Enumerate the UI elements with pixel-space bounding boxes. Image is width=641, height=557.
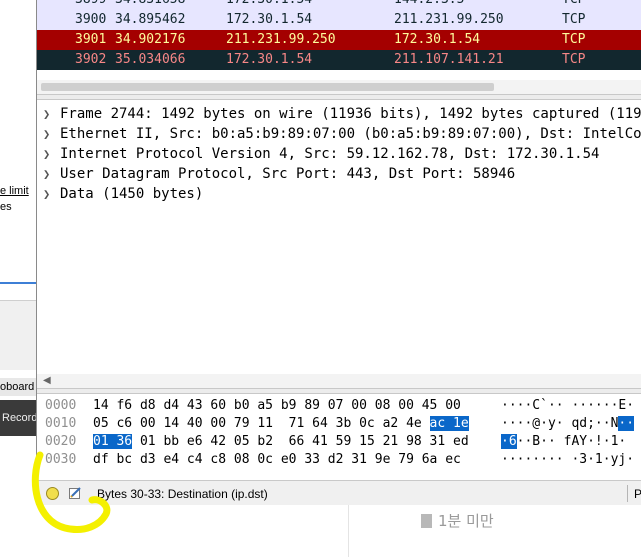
status-divider	[627, 485, 628, 502]
bytes-hex: 14 f6 d8 d4 43 60 b0 a5 b9 89 07 00 08 0…	[93, 398, 461, 413]
packet-row[interactable]: 3901 34.902176 211.231.99.250 172.30.1.5…	[37, 30, 641, 50]
details-scrollbar[interactable]: ◀	[37, 374, 641, 388]
bytes-highlight: ··	[618, 416, 635, 431]
status-field-text: Bytes 30-33: Destination (ip.dst)	[97, 487, 268, 501]
packet-no: 3901	[75, 32, 107, 47]
bytes-hex: df bc d3 e4 c4 c8 08 0c e0 33 d2 31 9e 7…	[93, 452, 461, 467]
background-text-limit: e limit	[0, 185, 29, 197]
background-text-clipboard: oboard	[0, 378, 36, 396]
bytes-ascii: ·6··B·· fAY·!·1·	[501, 434, 627, 449]
detail-label: Data (1450 bytes)	[60, 186, 204, 202]
packet-proto: TCP	[562, 32, 586, 47]
scroll-left-icon[interactable]: ◀	[43, 374, 51, 388]
packet-proto: TCP	[562, 12, 586, 27]
detail-label: Internet Protocol Version 4, Src: 59.12.…	[60, 146, 600, 162]
packet-time: 35.034066	[115, 52, 186, 67]
packet-time: 34.895462	[115, 12, 186, 27]
detail-label: User Datagram Protocol, Src Port: 443, D…	[60, 166, 516, 182]
detail-label: Frame 2744: 1492 bytes on wire (11936 bi…	[60, 106, 641, 122]
background-app-edge: e limit es oboard Record	[0, 0, 36, 557]
background-meta: 1분 미만	[421, 510, 494, 531]
packet-dst: 211.107.141.21	[394, 52, 504, 67]
scrollbar-thumb[interactable]	[41, 83, 494, 91]
packet-time: 34.831658	[115, 0, 185, 10]
background-meta-label: 1분 미만	[438, 512, 494, 530]
packet-list[interactable]: 3899 34.831658 172.30.1.54 144.2.3.5 TCP…	[37, 0, 641, 70]
bytes-highlight: ac 1e	[429, 416, 469, 431]
chevron-right-icon[interactable]: ❯	[43, 104, 50, 124]
packet-no: 3899	[75, 0, 106, 10]
status-packets-label: P	[634, 487, 641, 501]
packet-src: 172.30.1.54	[226, 52, 313, 67]
packet-no: 3902	[75, 52, 107, 67]
bytes-highlight: 01 36	[93, 434, 133, 449]
background-taskbar-record[interactable]: Record	[0, 400, 36, 436]
bytes-ascii: ····C`·· ······E·	[501, 398, 635, 413]
packet-list-scrollbar[interactable]	[37, 80, 641, 94]
packet-no: 3900	[75, 12, 107, 27]
packet-dst: 172.30.1.54	[394, 32, 481, 47]
bytes-ascii: ····@·y· qd;··N··	[501, 416, 635, 431]
background-panel	[0, 300, 36, 370]
edit-comment-icon[interactable]	[68, 486, 82, 500]
packet-dst: 211.231.99.250	[394, 12, 504, 27]
packet-src: 172.30.1.54	[226, 0, 312, 10]
packet-row[interactable]: 3902 35.034066 172.30.1.54 211.107.141.2…	[37, 50, 641, 70]
bytes-offset: 0010	[45, 416, 77, 431]
chevron-right-icon[interactable]: ❯	[43, 164, 50, 184]
chevron-right-icon[interactable]: ❯	[43, 124, 50, 144]
packet-proto: TCP	[562, 0, 585, 10]
packet-details[interactable]: ❯ Frame 2744: 1492 bytes on wire (11936 …	[37, 102, 641, 372]
bytes-offset: 0030	[45, 452, 77, 467]
bytes-offset: 0000	[45, 398, 77, 413]
background-text-es: es	[0, 201, 12, 213]
packet-time: 34.902176	[115, 32, 186, 47]
wireshark-window: 3899 34.831658 172.30.1.54 144.2.3.5 TCP…	[36, 0, 641, 505]
chevron-right-icon[interactable]: ❯	[43, 184, 50, 204]
packet-proto: TCP	[562, 52, 586, 67]
bytes-ascii: ········ ·3·1·yj·	[501, 452, 635, 467]
packet-row[interactable]: 3900 34.895462 172.30.1.54 211.231.99.25…	[37, 10, 641, 30]
packet-row[interactable]: 3899 34.831658 172.30.1.54 144.2.3.5 TCP	[37, 0, 641, 10]
bytes-hex: 01 36 01 bb e6 42 05 b2 66 41 59 15 21 9…	[93, 434, 469, 449]
packet-dst: 144.2.3.5	[394, 0, 464, 10]
pane-splitter[interactable]	[37, 94, 641, 100]
background-card: 1분 미만	[348, 502, 641, 557]
detail-label: Ethernet II, Src: b0:a5:b9:89:07:00 (b0:…	[60, 126, 641, 142]
packet-bytes[interactable]: 0000 14 f6 d8 d4 43 60 b0 a5 b9 89 07 00…	[37, 394, 641, 474]
background-divider	[0, 282, 36, 284]
bytes-hex: 05 c6 00 14 40 00 79 11 71 64 3b 0c a2 4…	[93, 416, 469, 431]
bytes-offset: 0020	[45, 434, 77, 449]
chevron-right-icon[interactable]: ❯	[43, 144, 50, 164]
status-bar: Bytes 30-33: Destination (ip.dst) P	[37, 480, 641, 505]
document-icon	[421, 514, 432, 528]
bytes-highlight: ·6	[501, 434, 517, 449]
packet-src: 211.231.99.250	[226, 32, 336, 47]
expert-info-led-icon[interactable]	[46, 487, 59, 500]
packet-src: 172.30.1.54	[226, 12, 313, 27]
